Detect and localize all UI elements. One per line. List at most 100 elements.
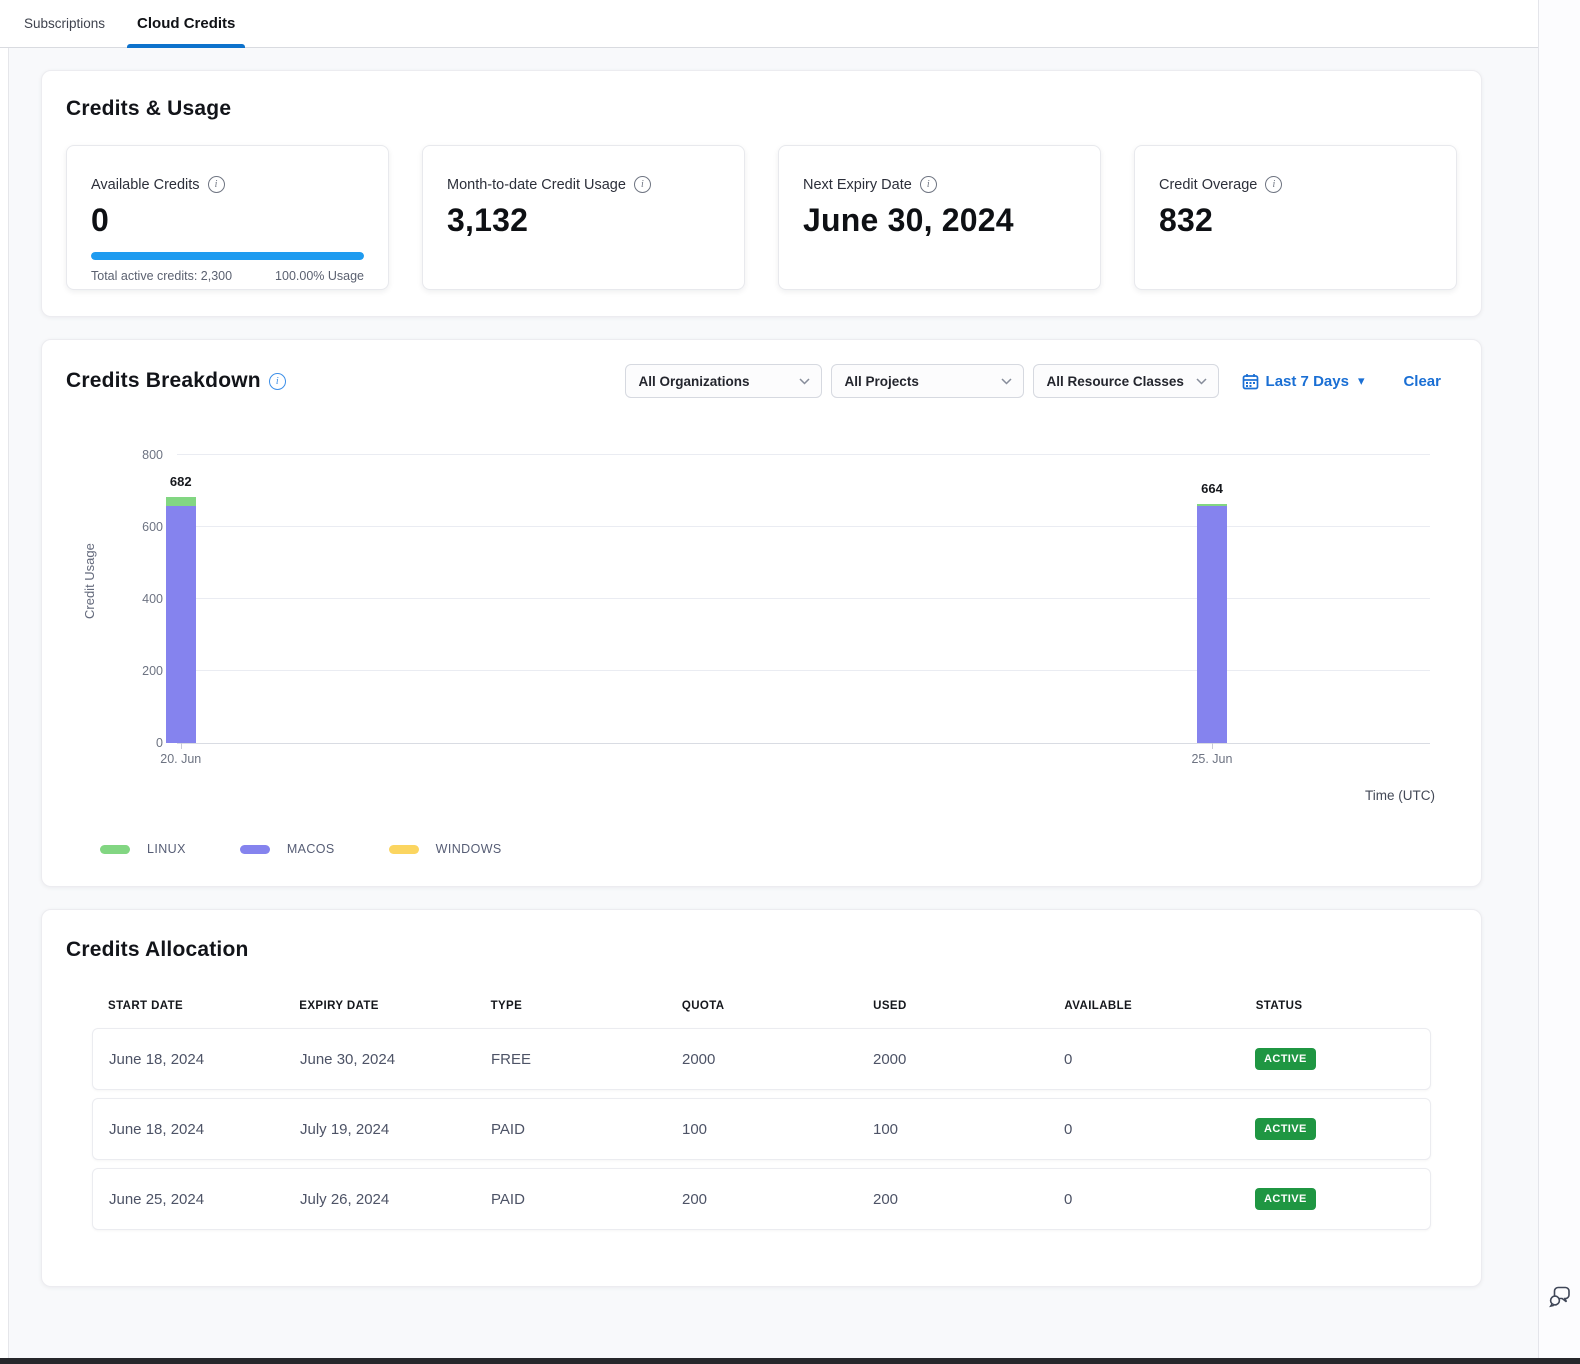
windows-color-swatch [389,845,419,854]
chevron-down-icon [799,378,810,385]
row-expiry-date: June 30, 2024 [284,1051,475,1068]
row-type: FREE [475,1051,666,1068]
row-used: 200 [857,1191,1048,1208]
organizations-select-value: All Organizations [639,374,750,389]
window-bottom-edge [0,1358,1580,1364]
legend-label-windows: WINDOWS [436,842,502,856]
info-icon[interactable]: i [269,373,286,390]
linux-bar-segment [166,497,196,506]
allocation-table: START DATE EXPIRY DATE TYPE QUOTA USED A… [92,1000,1431,1230]
mtd-usage-label: Month-to-date Credit Usage [447,177,626,193]
available-credits-card: Available Credits i 0 Total active credi… [66,145,389,290]
credit-usage-chart: Credit Usage 020040060080068220. Jun6642… [66,416,1457,816]
col-quota: QUOTA [666,1000,857,1012]
macos-color-swatch [240,845,270,854]
allocation-table-header: START DATE EXPIRY DATE TYPE QUOTA USED A… [92,1000,1431,1028]
resource-classes-select-value: All Resource Classes [1047,374,1184,389]
clear-filters-link[interactable]: Clear [1403,373,1441,390]
credits-usage-title: Credits & Usage [66,97,1457,121]
chart-gridline [177,598,1430,599]
row-quota: 100 [666,1121,857,1138]
row-expiry-date: July 19, 2024 [284,1121,475,1138]
x-axis-tick [181,743,182,749]
resource-classes-select[interactable]: All Resource Classes [1033,364,1219,398]
status-badge: ACTIVE [1255,1188,1316,1210]
col-status: STATUS [1240,1000,1431,1012]
mtd-usage-value: 3,132 [447,202,720,239]
credits-progress-fill [91,252,364,260]
next-expiry-label: Next Expiry Date [803,177,912,193]
support-chat-button[interactable] [1546,1282,1574,1310]
y-axis-tick-label: 600 [119,520,163,534]
credit-overage-card: Credit Overage i 832 [1134,145,1457,290]
y-axis-tick-label: 800 [119,448,163,462]
chart-x-axis-label: Time (UTC) [1365,788,1435,803]
legend-item-windows: WINDOWS [389,842,502,856]
y-axis-tick-label: 200 [119,664,163,678]
page: Subscriptions Cloud Credits Credits & Us… [0,0,1580,1364]
chart-bar [166,497,196,743]
row-expiry-date: July 26, 2024 [284,1191,475,1208]
right-rail [1538,0,1580,1358]
credit-overage-value: 832 [1159,202,1432,239]
col-expiry-date: EXPIRY DATE [283,1000,474,1012]
info-icon[interactable]: i [920,176,937,193]
legend-item-linux: LINUX [100,842,186,856]
calendar-icon [1242,373,1259,390]
organizations-select[interactable]: All Organizations [625,364,822,398]
credits-allocation-title: Credits Allocation [66,938,1457,962]
info-icon[interactable]: i [1265,176,1282,193]
col-available: AVAILABLE [1048,1000,1239,1012]
tab-subscriptions[interactable]: Subscriptions [20,0,109,47]
x-axis-tick-label: 25. Jun [1191,752,1232,766]
legend-label-macos: MACOS [287,842,335,856]
row-available: 0 [1048,1121,1239,1138]
legend-label-linux: LINUX [147,842,186,856]
row-used: 100 [857,1121,1048,1138]
breakdown-filters: All Organizations All Projects All Resou… [625,364,1457,398]
linux-color-swatch [100,845,130,854]
x-axis-tick-label: 20. Jun [160,752,201,766]
date-range-picker[interactable]: Last 7 Days ▾ [1242,373,1365,390]
legend-item-macos: MACOS [240,842,335,856]
row-used: 2000 [857,1051,1048,1068]
tab-subscriptions-label: Subscriptions [24,16,105,31]
chat-bubbles-icon [1546,1282,1574,1310]
projects-select[interactable]: All Projects [831,364,1024,398]
row-start-date: June 18, 2024 [93,1051,284,1068]
total-active-credits: Total active credits: 2,300 [91,269,232,283]
table-row: June 18, 2024 July 19, 2024 PAID 100 100… [92,1098,1431,1160]
next-expiry-value: June 30, 2024 [803,202,1076,239]
chart-plot: 020040060080068220. Jun66425. Jun [177,456,1430,744]
credits-usage-section: Credits & Usage Available Credits i 0 To… [41,70,1482,317]
info-icon[interactable]: i [208,176,225,193]
chart-gridline [177,670,1430,671]
x-axis-tick [1212,743,1213,749]
mtd-usage-card: Month-to-date Credit Usage i 3,132 [422,145,745,290]
row-available: 0 [1048,1051,1239,1068]
bar-value-label: 664 [1201,481,1223,496]
bar-value-label: 682 [170,474,192,489]
credits-breakdown-section: Credits Breakdown i All Organizations Al… [41,339,1482,887]
active-tab-underline [127,44,245,48]
usage-percent: 100.00% Usage [275,269,364,283]
tab-cloud-credits-label: Cloud Credits [137,15,235,32]
info-icon[interactable]: i [634,176,651,193]
table-row: June 25, 2024 July 26, 2024 PAID 200 200… [92,1168,1431,1230]
col-start-date: START DATE [92,1000,283,1012]
stats-row: Available Credits i 0 Total active credi… [66,145,1457,290]
table-row: June 18, 2024 June 30, 2024 FREE 2000 20… [92,1028,1431,1090]
caret-down-icon: ▾ [1358,373,1365,389]
credits-allocation-section: Credits Allocation START DATE EXPIRY DAT… [41,909,1482,1287]
macos-bar-segment [166,506,196,743]
macos-bar-segment [1197,506,1227,743]
row-quota: 200 [666,1191,857,1208]
row-start-date: June 25, 2024 [93,1191,284,1208]
col-used: USED [857,1000,1048,1012]
chart-gridline [177,526,1430,527]
row-start-date: June 18, 2024 [93,1121,284,1138]
tab-bar: Subscriptions Cloud Credits [0,0,1538,48]
y-axis-tick-label: 0 [119,736,163,750]
tab-cloud-credits[interactable]: Cloud Credits [133,0,239,47]
chevron-down-icon [1196,378,1207,385]
